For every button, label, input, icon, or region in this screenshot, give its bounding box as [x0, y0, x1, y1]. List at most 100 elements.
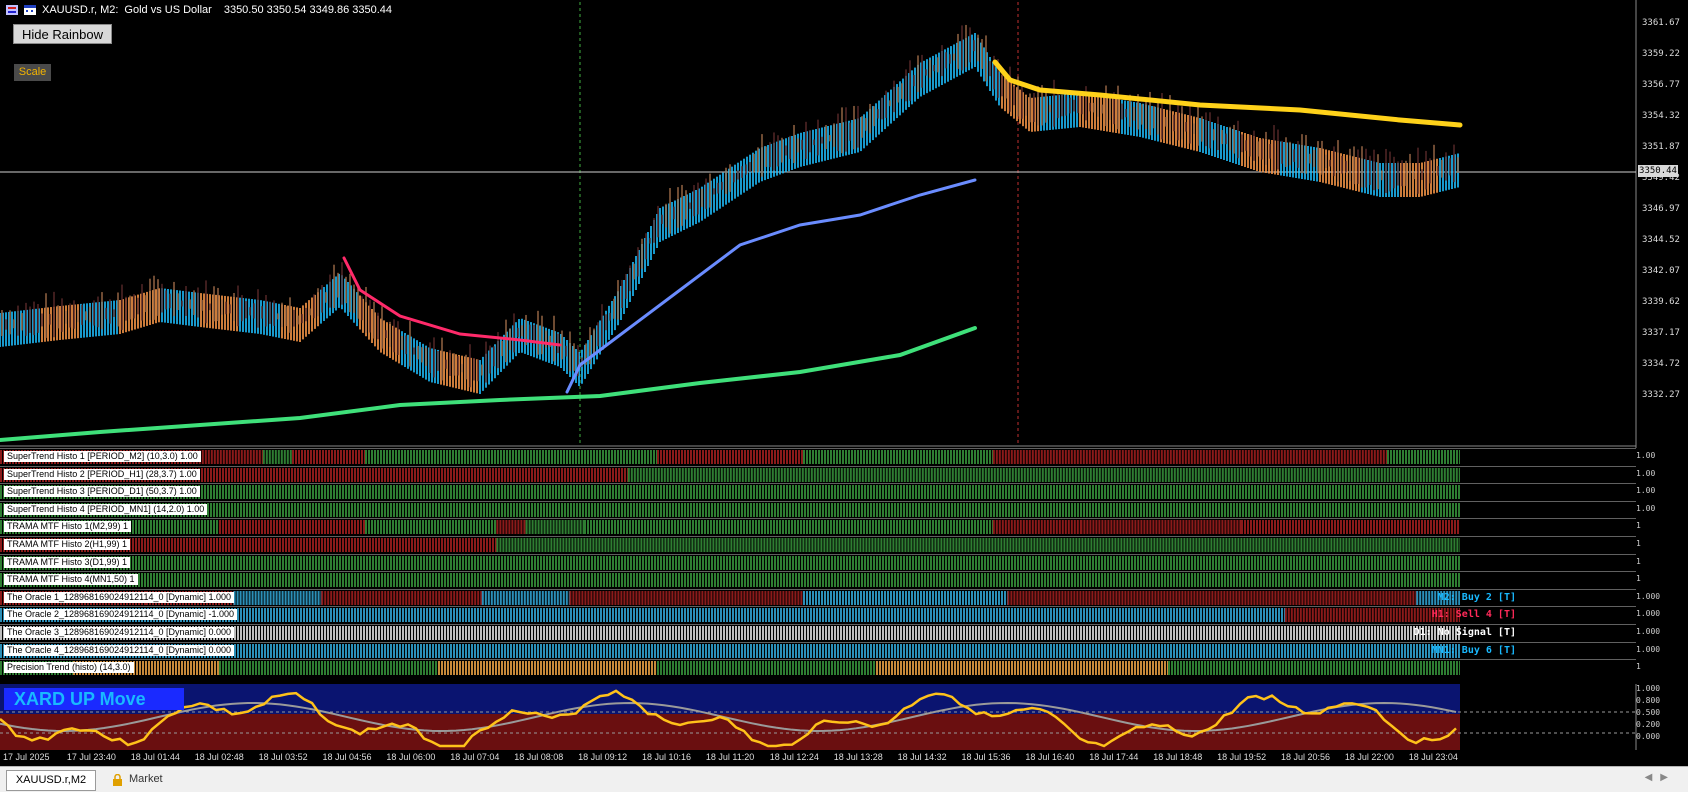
histogram-bar: [1086, 503, 1088, 517]
histogram-bar: [321, 556, 323, 570]
histogram-bar: [282, 468, 284, 482]
histogram-bar: [432, 556, 434, 570]
histogram-bar: [1008, 503, 1010, 517]
indicator-pane[interactable]: SuperTrend Histo 4 [PERIOD_MN1] (14,2.0)…: [0, 501, 1636, 517]
indicator-pane[interactable]: TRAMA MTF Histo 4(MN1,50) 1: [0, 571, 1636, 587]
histogram-bar: [819, 503, 821, 517]
histogram-bar: [384, 573, 386, 587]
histogram-bar: [1368, 485, 1370, 499]
indicator-pane[interactable]: The Oracle 1_128968169024912114_0 [Dynam…: [0, 589, 1636, 605]
histogram-bar: [1053, 450, 1055, 464]
price-chart-canvas[interactable]: [0, 0, 1688, 448]
histogram-bar: [942, 485, 944, 499]
histogram-bar: [745, 538, 747, 552]
histogram-bar: [713, 520, 715, 534]
histogram-bar: [596, 450, 598, 464]
histogram-bar: [1218, 573, 1220, 587]
histogram-bar: [1374, 450, 1376, 464]
histogram-bar: [300, 503, 302, 517]
histogram-bar: [281, 450, 283, 464]
histogram-bar: [954, 573, 956, 587]
histogram-bar: [413, 450, 415, 464]
histogram-bar: [1176, 573, 1178, 587]
scale-button[interactable]: Scale: [14, 64, 51, 81]
histogram-bar: [928, 468, 930, 482]
indicator-pane[interactable]: TRAMA MTF Histo 2(H1,99) 1: [0, 536, 1636, 552]
histogram-bar: [1065, 520, 1067, 534]
histogram-bar: [1167, 485, 1169, 499]
histogram-bar: [1191, 485, 1193, 499]
histogram-bar: [819, 573, 821, 587]
histogram-bar: [902, 450, 904, 464]
histogram-bar: [298, 450, 300, 464]
histogram-bar: [1026, 573, 1028, 587]
histogram-bar: [477, 468, 479, 482]
histogram-bar: [615, 573, 617, 587]
histogram-bar: [1224, 503, 1226, 517]
histogram-bar: [717, 573, 719, 587]
histogram-bar: [1242, 503, 1244, 517]
indicator-pane[interactable]: SuperTrend Histo 3 [PERIOD_D1] (50,3.7) …: [0, 483, 1636, 499]
histogram-bar: [471, 591, 473, 605]
histogram-bar: [1197, 485, 1199, 499]
indicator-pane[interactable]: TRAMA MTF Histo 3(D1,99) 1: [0, 554, 1636, 570]
histogram-bar: [1059, 573, 1061, 587]
histogram-bar: [977, 450, 979, 464]
histogram-bar: [340, 450, 342, 464]
histogram-bar: [195, 556, 197, 570]
histogram-bar: [939, 485, 941, 499]
price-chart[interactable]: XAUUSD.r, M2: Gold vs US Dollar 3350.50 …: [0, 0, 1688, 448]
histogram-bar: [1350, 485, 1352, 499]
histogram-bar: [851, 520, 853, 534]
histogram-bar: [1197, 573, 1199, 587]
histogram-bar: [1230, 485, 1232, 499]
histogram-bar: [1365, 503, 1367, 517]
histogram-bar: [1125, 485, 1127, 499]
histogram-bar: [865, 468, 867, 482]
histogram-bar: [672, 485, 674, 499]
price-axis-label: 3359.22: [1642, 49, 1680, 59]
histogram-bar: [228, 538, 230, 552]
histogram-bar: [738, 556, 740, 570]
histogram-bar: [983, 450, 985, 464]
indicator-panes: SuperTrend Histo 1 [PERIOD_M2] (10,3.0) …: [0, 448, 1688, 684]
histogram-bar: [213, 468, 215, 482]
histogram-bar: [1116, 450, 1118, 464]
histogram-bar: [1005, 573, 1007, 587]
histogram-bar: [799, 538, 801, 552]
histogram-bar: [907, 468, 909, 482]
histogram-bar: [1290, 450, 1292, 464]
histogram-bar: [255, 591, 257, 605]
indicator-pane[interactable]: SuperTrend Histo 1 [PERIOD_M2] (10,3.0) …: [0, 448, 1636, 464]
histogram-bar: [1218, 556, 1220, 570]
histogram-bar: [300, 520, 302, 534]
histogram-bar: [384, 485, 386, 499]
histogram-bar: [240, 556, 242, 570]
histogram-bar: [1077, 503, 1079, 517]
histogram-bar: [1023, 450, 1025, 464]
histogram-bar: [1057, 468, 1059, 482]
histogram-bar: [1077, 485, 1079, 499]
histogram-bar: [404, 450, 406, 464]
histogram-bar: [426, 485, 428, 499]
histogram-bar: [1222, 468, 1224, 482]
hide-rainbow-button[interactable]: Hide Rainbow: [13, 24, 112, 44]
histogram-bar: [756, 450, 758, 464]
histogram-bar: [348, 556, 350, 570]
histogram-bar: [459, 591, 461, 605]
indicator-pane[interactable]: SuperTrend Histo 2 [PERIOD_H1] (28,3.7) …: [0, 466, 1636, 482]
histogram-bar: [435, 573, 437, 587]
histogram-bar: [1105, 468, 1107, 482]
histogram-bar: [1442, 520, 1444, 534]
histogram-bar: [668, 520, 670, 534]
histogram-bar: [925, 468, 927, 482]
histogram-bar: [1414, 450, 1416, 464]
histogram-bar: [621, 503, 623, 517]
histogram-bar: [393, 538, 395, 552]
histogram-bar: [1029, 450, 1031, 464]
histogram-bar: [168, 556, 170, 570]
histogram-bar: [336, 538, 338, 552]
histogram-bar: [672, 450, 674, 464]
histogram-bar: [339, 520, 341, 534]
indicator-pane[interactable]: TRAMA MTF Histo 1(M2,99) 1: [0, 518, 1636, 534]
